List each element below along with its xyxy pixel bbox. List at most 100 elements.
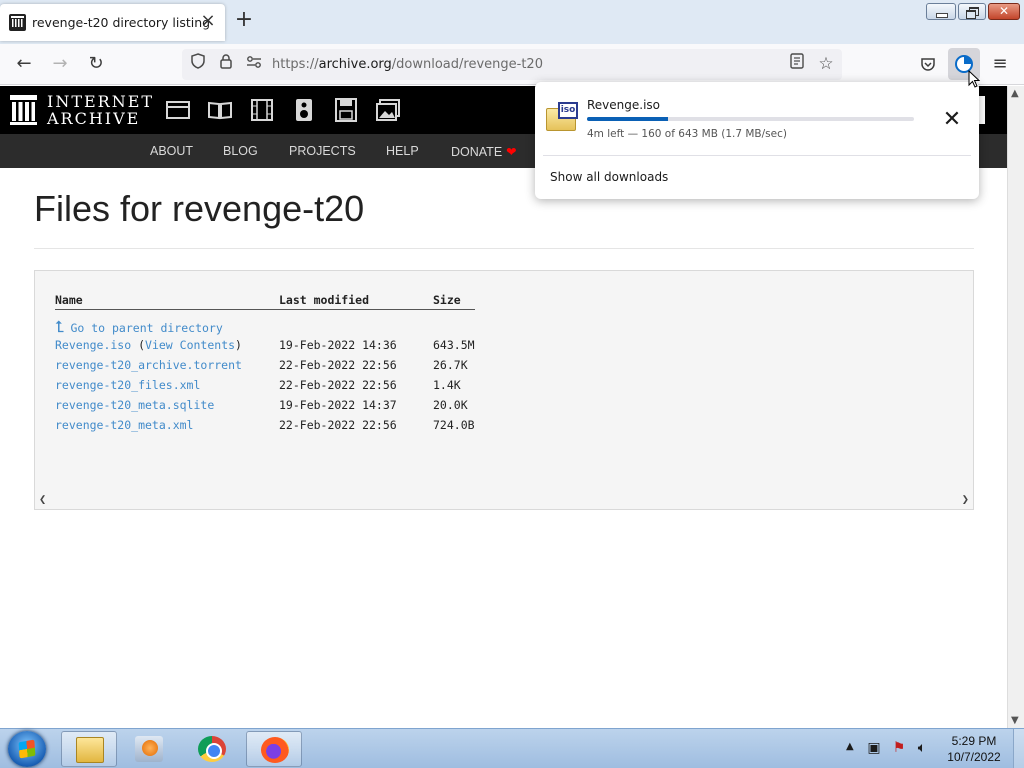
column-header-modified: Last modified — [279, 293, 370, 307]
nav-donate-label: DONATE — [451, 145, 503, 159]
table-row: revenge-t20_meta.sqlite 19-Feb-2022 14:3… — [35, 398, 635, 418]
download-progress-fill — [587, 117, 669, 121]
file-name-cell: Revenge.iso (View Contents) — [55, 338, 242, 352]
table-row: revenge-t20_archive.torrent 22-Feb-2022 … — [35, 358, 635, 378]
shield-icon[interactable] — [187, 53, 209, 75]
url-bar[interactable]: https://archive.org/download/revenge-t20… — [182, 49, 842, 80]
tab-active[interactable]: revenge-t20 directory listing × — [0, 4, 225, 41]
view-contents-link[interactable]: View Contents — [145, 338, 235, 352]
new-tab-plus-icon[interactable]: + — [234, 9, 254, 31]
file-link[interactable]: revenge-t20_files.xml — [55, 378, 200, 392]
download-status: 4m left — 160 of 643 MB (1.7 MB/sec) — [587, 128, 787, 140]
divider — [34, 248, 974, 249]
modified-cell: 22-Feb-2022 22:56 — [279, 378, 397, 392]
parent-directory-arrow-icon: ⮤ — [55, 317, 65, 336]
page-title: Files for revenge-t20 — [34, 188, 365, 229]
nav-help[interactable]: HELP — [386, 144, 419, 158]
size-cell: 724.0B — [433, 418, 475, 432]
nav-blog[interactable]: BLOG — [223, 144, 258, 158]
folder-icon — [76, 737, 104, 763]
paren-open: ( — [131, 338, 146, 352]
back-icon[interactable]: ← — [12, 52, 36, 76]
taskbar: ▲ ▣ ⚑ 🔈︎ 5:29 PM 10/7/2022 — [0, 728, 1024, 768]
size-cell: 643.5M — [433, 338, 475, 352]
taskbar-media-player-button[interactable] — [121, 731, 177, 767]
file-link[interactable]: revenge-t20_meta.sqlite — [55, 398, 214, 412]
vertical-scrollbar[interactable]: ▲ ▼ — [1007, 86, 1024, 728]
column-header-size: Size — [433, 293, 461, 307]
network-icon[interactable]: ▣ — [866, 740, 882, 756]
url-scheme: https:// — [272, 57, 319, 72]
volume-icon[interactable]: 🔈︎ — [914, 740, 930, 756]
action-center-flag-icon[interactable]: ⚑ — [891, 740, 907, 756]
url-text[interactable]: https://archive.org/download/revenge-t20 — [272, 57, 543, 72]
tab-close-icon[interactable]: × — [199, 12, 217, 30]
window-restore-button[interactable] — [958, 3, 986, 20]
web-icon[interactable] — [165, 98, 191, 122]
file-link[interactable]: revenge-t20_meta.xml — [55, 418, 193, 432]
cancel-download-close-icon[interactable]: ✕ — [939, 107, 965, 133]
table-row: revenge-t20_files.xml 22-Feb-2022 22:56 … — [35, 378, 635, 398]
scroll-down-icon[interactable]: ▼ — [1011, 715, 1019, 726]
lock-icon[interactable] — [215, 53, 237, 75]
table-row: Revenge.iso (View Contents) 19-Feb-2022 … — [35, 338, 635, 358]
internet-archive-logo-icon[interactable] — [10, 95, 37, 125]
taskbar-explorer-button[interactable] — [61, 731, 117, 767]
forward-icon[interactable]: → — [48, 52, 72, 76]
download-file-name[interactable]: Revenge.iso — [587, 98, 660, 112]
file-link[interactable]: revenge-t20_archive.torrent — [55, 358, 242, 372]
audio-icon[interactable] — [291, 98, 317, 122]
mouse-cursor-icon — [968, 70, 980, 88]
media-player-icon — [135, 736, 163, 762]
show-all-downloads-button[interactable]: Show all downloads — [550, 170, 668, 184]
hamburger-menu-icon[interactable]: ≡ — [988, 52, 1012, 76]
size-cell: 26.7K — [433, 358, 468, 372]
window-close-button[interactable]: ✕ — [988, 3, 1020, 20]
internet-archive-logo-text[interactable]: INTERNET ARCHIVE — [47, 93, 154, 127]
paren-close: ) — [235, 338, 242, 352]
file-link[interactable]: Revenge.iso — [55, 338, 131, 352]
bookmark-star-icon[interactable]: ☆ — [815, 53, 837, 75]
start-button[interactable] — [8, 731, 46, 767]
nav-projects[interactable]: PROJECTS — [289, 144, 356, 158]
file-listing: Name Last modified Size ⮤ Go to parent di… — [34, 270, 974, 510]
taskbar-chrome-button[interactable] — [184, 731, 240, 767]
permissions-icon[interactable] — [243, 53, 265, 75]
file-type-label: iso — [558, 102, 578, 119]
parent-directory-label: Go to parent directory — [70, 321, 223, 335]
window-minimize-button[interactable] — [926, 3, 956, 20]
column-header-name: Name — [55, 293, 83, 307]
scroll-left-icon[interactable]: ❮ — [39, 492, 46, 506]
chrome-icon — [198, 736, 226, 762]
nav-about[interactable]: ABOUT — [150, 144, 193, 158]
header-divider — [55, 309, 475, 310]
software-icon[interactable] — [333, 98, 359, 122]
downloads-panel: iso Revenge.iso 4m left — 160 of 643 MB … — [535, 82, 979, 199]
nav-donate[interactable]: DONATE ❤ — [451, 144, 517, 159]
firefox-icon — [261, 737, 289, 763]
horizontal-scrollbar[interactable]: ❮ ❯ — [35, 491, 973, 509]
show-hidden-icons-icon[interactable]: ▲ — [846, 741, 854, 752]
texts-icon[interactable] — [207, 98, 233, 122]
windows-logo-icon — [18, 739, 36, 759]
reader-view-icon[interactable] — [786, 53, 808, 75]
logo-line-1: INTERNET — [47, 92, 155, 111]
url-host: archive.org — [318, 57, 392, 72]
images-icon[interactable] — [375, 98, 401, 122]
logo-line-2: ARCHIVE — [47, 109, 141, 128]
taskbar-firefox-button[interactable] — [246, 731, 302, 767]
clock-date[interactable]: 10/7/2022 — [944, 750, 1004, 764]
parent-directory-link[interactable]: ⮤ Go to parent directory — [55, 317, 223, 337]
scroll-right-icon[interactable]: ❯ — [962, 492, 969, 506]
video-icon[interactable] — [249, 98, 275, 122]
size-cell: 20.0K — [433, 398, 468, 412]
reload-icon[interactable]: ↻ — [84, 52, 108, 76]
scroll-up-icon[interactable]: ▲ — [1011, 88, 1019, 99]
iso-file-icon: iso — [546, 102, 578, 132]
modified-cell: 22-Feb-2022 22:56 — [279, 358, 397, 372]
clock-time[interactable]: 5:29 PM — [944, 734, 1004, 748]
pocket-icon[interactable] — [916, 52, 940, 76]
tab-title: revenge-t20 directory listing — [32, 15, 211, 30]
show-desktop-button[interactable] — [1013, 729, 1024, 768]
archive-favicon-icon — [9, 14, 26, 31]
